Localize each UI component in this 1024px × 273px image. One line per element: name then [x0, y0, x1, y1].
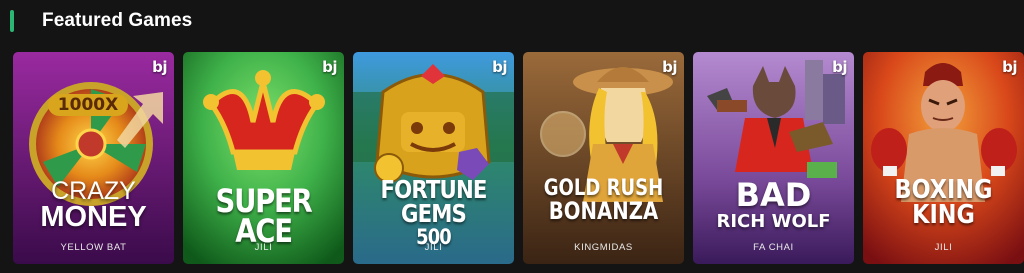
- game-provider: FA CHAI: [753, 242, 794, 253]
- game-provider: YELLOW BAT: [60, 242, 127, 253]
- game-card-crazy-money[interactable]: 1000X bj CRAZY MONEY YELLOW BAT: [13, 52, 174, 264]
- game-provider: JILI: [254, 242, 273, 253]
- game-provider: JILI: [424, 242, 443, 253]
- game-thumbnail: [523, 52, 684, 264]
- multiplier-label: 1000X: [57, 95, 119, 115]
- brand-badge: bj: [152, 58, 167, 76]
- featured-games-section: Featured Games 1000X bj CRAZY MONEY YELL…: [0, 0, 1024, 273]
- game-card-boxing-king[interactable]: bj BOXING KING JILI: [863, 52, 1024, 264]
- brand-badge: bj: [322, 58, 337, 76]
- brand-badge: bj: [492, 58, 507, 76]
- game-thumbnail: [693, 52, 854, 264]
- game-thumbnail: [863, 52, 1024, 264]
- brand-badge: bj: [662, 58, 677, 76]
- game-title: BAD RICH WOLF: [716, 176, 831, 233]
- game-card-gold-rush-bonanza[interactable]: bj GOLD RUSH BONANZA KINGMIDAS: [523, 52, 684, 264]
- game-title: GOLD RUSH BONANZA: [543, 176, 664, 225]
- section-accent-bar: [10, 10, 14, 32]
- game-title: CRAZY MONEY: [40, 177, 147, 233]
- game-card-bad-rich-wolf[interactable]: bj BAD RICH WOLF FA CHAI: [693, 52, 854, 264]
- section-title: Featured Games: [42, 10, 193, 31]
- game-title: BOXING KING: [894, 175, 993, 230]
- brand-badge: bj: [832, 58, 847, 76]
- game-card-fortune-gems-500[interactable]: bj FORTUNE GEMS 500 JILI: [353, 52, 514, 264]
- games-carousel: 1000X bj CRAZY MONEY YELLOW BAT bj SUPER…: [13, 52, 1024, 264]
- game-title: SUPER ACE: [215, 182, 313, 251]
- game-provider: KINGMIDAS: [574, 242, 633, 253]
- brand-badge: bj: [1002, 58, 1017, 76]
- section-header: Featured Games: [10, 8, 192, 34]
- game-provider: JILI: [934, 242, 953, 253]
- game-card-super-ace[interactable]: bj SUPER ACE JILI: [183, 52, 344, 264]
- game-title: FORTUNE GEMS 500: [380, 175, 487, 249]
